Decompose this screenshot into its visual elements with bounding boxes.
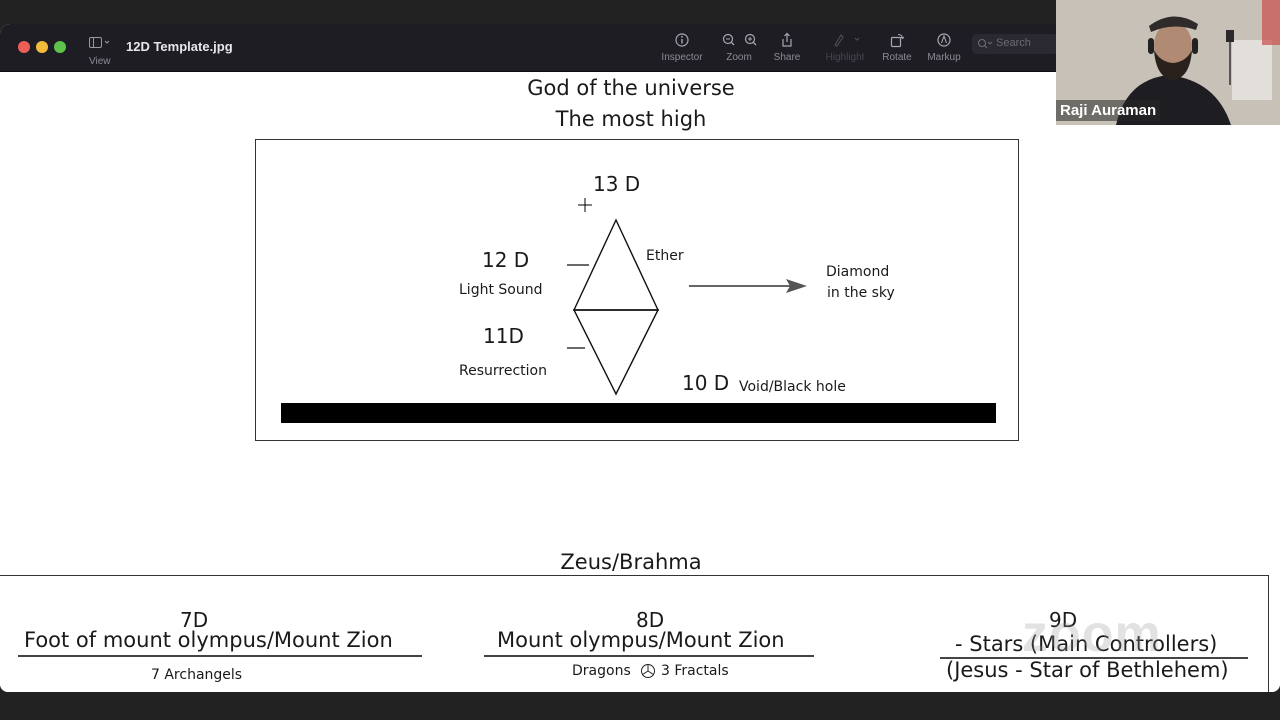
markup-pen-icon bbox=[937, 33, 951, 47]
sidebar-icon bbox=[89, 37, 110, 48]
share-button[interactable]: Share bbox=[770, 32, 804, 70]
zoom-watermark: zoom bbox=[1022, 605, 1162, 663]
rotate-label: Rotate bbox=[882, 52, 912, 63]
label-dragons: Dragons bbox=[572, 663, 631, 679]
label-11d: 11D bbox=[483, 324, 524, 348]
three-fractals-icon bbox=[641, 664, 655, 678]
highlight-button[interactable]: Highlight bbox=[820, 32, 870, 70]
markup-button[interactable]: Markup bbox=[924, 32, 964, 70]
label-13d: 13 D bbox=[593, 172, 641, 196]
zoom-button[interactable]: Zoom bbox=[716, 32, 762, 70]
zoom-in-out-icon bbox=[722, 33, 757, 46]
label-resurrection: Resurrection bbox=[459, 363, 547, 379]
label-zeus-brahma: Zeus/Brahma bbox=[560, 550, 702, 574]
minimize-button[interactable] bbox=[36, 41, 48, 53]
highlight-label: Highlight bbox=[825, 52, 865, 63]
image-canvas: God of the universe The most high 13 D 1… bbox=[0, 72, 1280, 692]
search-placeholder: Search bbox=[996, 37, 1031, 49]
highlighter-icon bbox=[834, 34, 860, 47]
divider-8d bbox=[484, 655, 814, 657]
rotate-button[interactable]: Rotate bbox=[878, 32, 916, 70]
label-foot-of-olympus: Foot of mount olympus/Mount Zion bbox=[24, 628, 393, 652]
search-icon bbox=[977, 38, 993, 49]
markup-label: Markup bbox=[927, 52, 961, 63]
label-diamond: Diamond bbox=[826, 264, 890, 280]
view-label: View bbox=[89, 56, 111, 67]
document-title: 12D Template.jpg bbox=[126, 39, 233, 54]
label-in-the-sky: in the sky bbox=[827, 285, 895, 301]
heading-most-high: The most high bbox=[555, 107, 707, 131]
participant-name: Raji Auraman bbox=[1056, 100, 1161, 121]
participant-video-tile[interactable]: Raji Auraman bbox=[1056, 0, 1280, 125]
fullscreen-button[interactable] bbox=[54, 41, 66, 53]
share-icon bbox=[782, 32, 792, 47]
label-mount-olympus: Mount olympus/Mount Zion bbox=[497, 628, 785, 652]
rotate-icon bbox=[890, 33, 905, 48]
share-label: Share bbox=[773, 52, 801, 63]
zoom-label: Zoom bbox=[726, 52, 752, 63]
view-menu-button[interactable]: View bbox=[86, 34, 118, 70]
info-circle-icon bbox=[675, 33, 689, 47]
search-input[interactable]: Search bbox=[972, 34, 1058, 54]
label-12d: 12 D bbox=[482, 248, 530, 272]
diamond-diagram bbox=[567, 218, 807, 396]
inspector-button[interactable]: Inspector bbox=[656, 32, 708, 70]
label-light-sound: Light Sound bbox=[459, 282, 543, 298]
close-button[interactable] bbox=[18, 41, 30, 53]
void-black-hole-bar bbox=[281, 403, 996, 423]
inspector-label: Inspector bbox=[661, 52, 703, 63]
heading-god-of-universe: God of the universe bbox=[527, 76, 735, 100]
divider-7d bbox=[18, 655, 422, 657]
crosshair-cursor-icon bbox=[578, 198, 592, 212]
label-7-archangels: 7 Archangels bbox=[151, 667, 243, 683]
label-3-fractals: 3 Fractals bbox=[661, 663, 729, 679]
lower-triangle bbox=[572, 309, 660, 396]
